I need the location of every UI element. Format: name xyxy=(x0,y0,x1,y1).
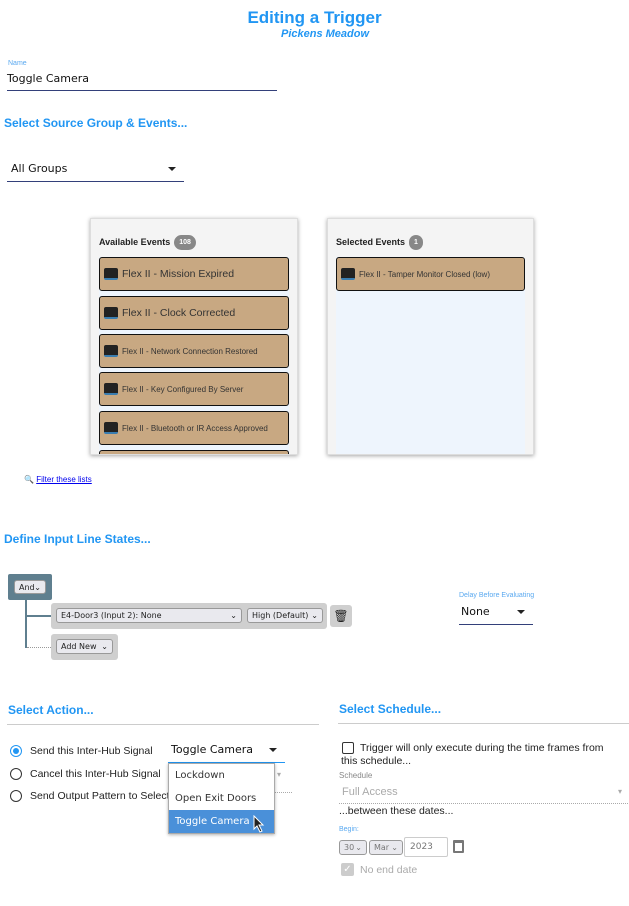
group-select[interactable]: All Groups xyxy=(7,161,184,182)
begin-month-select[interactable]: Mar ⌄ xyxy=(369,840,403,855)
operator-group: And ⌄ xyxy=(8,574,52,600)
radio-cancel-signal[interactable] xyxy=(10,768,22,780)
schedule-select[interactable]: Full Access ▾ xyxy=(339,784,628,804)
begin-label: Begin: xyxy=(339,826,359,833)
send-signal-label: Send this Inter-Hub Signal xyxy=(30,745,153,757)
controller-icon xyxy=(104,268,118,280)
mouse-cursor-icon xyxy=(253,815,265,833)
no-end-date-label: No end date xyxy=(360,864,418,876)
input-line-select[interactable]: E4-Door3 (Input 2): None ⌄ xyxy=(56,608,242,623)
controller-icon xyxy=(104,307,118,319)
tree-line xyxy=(25,600,27,648)
trash-icon[interactable]: 🗑 xyxy=(330,605,352,627)
caret-down-icon xyxy=(269,748,277,752)
delay-select[interactable]: None xyxy=(459,604,533,625)
chevron-down-icon: ⌄ xyxy=(34,583,41,592)
event-item[interactable]: Flex II - Key Configured By Server xyxy=(99,372,289,406)
between-dates-text: ...between these dates... xyxy=(339,805,454,817)
caret-down-icon xyxy=(517,610,525,614)
operator-select[interactable]: And ⌄ xyxy=(14,580,46,594)
selected-count: 1 xyxy=(409,235,423,250)
controller-icon xyxy=(104,422,118,434)
site-subtitle: Pickens Meadow xyxy=(281,28,370,40)
event-item[interactable]: Flex II - Tamper Monitor Closed (low) xyxy=(336,257,525,291)
begin-year-input[interactable]: 2023 xyxy=(404,837,448,857)
state-select[interactable]: High (Default) ⌄ xyxy=(247,608,323,623)
source-heading: Select Source Group & Events... xyxy=(4,116,188,130)
filter-link[interactable]: 🔍 Filter these lists xyxy=(24,475,92,484)
input-lines-heading: Define Input Line States... xyxy=(4,532,151,546)
divider xyxy=(7,724,319,725)
group-value: All Groups xyxy=(11,162,68,175)
signal-select[interactable]: Toggle Camera xyxy=(168,742,285,763)
selected-title: Selected Events 1 xyxy=(336,235,423,250)
name-label: Name xyxy=(8,60,27,67)
selected-list[interactable]: Flex II - Tamper Monitor Closed (low) xyxy=(336,257,525,454)
caret-down-icon: ▾ xyxy=(617,787,622,796)
event-item[interactable] xyxy=(99,450,289,454)
tree-branch xyxy=(25,615,51,617)
option-lockdown[interactable]: Lockdown xyxy=(169,764,274,787)
begin-day-select[interactable]: 30 ⌄ xyxy=(339,840,367,855)
event-item[interactable]: Flex II - Network Connection Restored xyxy=(99,334,289,368)
add-new-group: Add New ⌄ xyxy=(51,634,118,660)
controller-icon xyxy=(341,268,355,280)
input-line-row: E4-Door3 (Input 2): None ⌄ High (Default)… xyxy=(51,603,327,629)
add-new-select[interactable]: Add New ⌄ xyxy=(56,639,113,654)
chevron-down-icon: ⌄ xyxy=(230,611,237,620)
cancel-signal-label: Cancel this Inter-Hub Signal xyxy=(30,768,161,780)
schedule-label: Schedule xyxy=(339,771,373,780)
selected-events-panel: Selected Events 1 Flex II - Tamper Monito… xyxy=(327,218,534,455)
radio-output-pattern[interactable] xyxy=(10,790,22,802)
caret-down-icon xyxy=(168,167,176,171)
name-input[interactable]: Toggle Camera xyxy=(7,71,277,91)
option-open-exit-doors[interactable]: Open Exit Doors xyxy=(169,787,274,810)
page-title: Editing a Trigger xyxy=(247,8,382,27)
event-item[interactable]: Flex II - Clock Corrected xyxy=(99,296,289,330)
event-item[interactable]: Flex II - Bluetooth or IR Access Approve… xyxy=(99,411,289,445)
no-end-date-checkbox[interactable]: ✓ xyxy=(341,863,354,876)
available-title: Available Events 108 xyxy=(99,235,196,250)
available-list[interactable]: Flex II - Mission Expired Flex II - Cloc… xyxy=(99,257,289,454)
tree-branch-dotted xyxy=(27,647,51,648)
chevron-down-icon: ⌄ xyxy=(311,611,318,620)
action-heading: Select Action... xyxy=(8,703,94,717)
divider xyxy=(338,723,629,724)
event-item[interactable]: Flex II - Mission Expired xyxy=(99,257,289,291)
available-events-panel: Available Events 108 Flex II - Mission Ex… xyxy=(90,218,298,455)
caret-down-icon: ▾ xyxy=(277,770,282,779)
magnifier-icon: 🔍 xyxy=(24,475,34,484)
schedule-heading: Select Schedule... xyxy=(339,702,442,716)
controller-icon xyxy=(104,383,118,395)
radio-send-signal[interactable] xyxy=(10,745,22,757)
delay-label: Delay Before Evaluating xyxy=(459,592,535,599)
calendar-icon[interactable] xyxy=(453,840,464,853)
chevron-down-icon: ⌄ xyxy=(101,642,108,651)
schedule-checkbox-label: Trigger will only execute during the tim… xyxy=(341,742,604,767)
available-count: 108 xyxy=(174,235,196,250)
controller-icon xyxy=(104,345,118,357)
